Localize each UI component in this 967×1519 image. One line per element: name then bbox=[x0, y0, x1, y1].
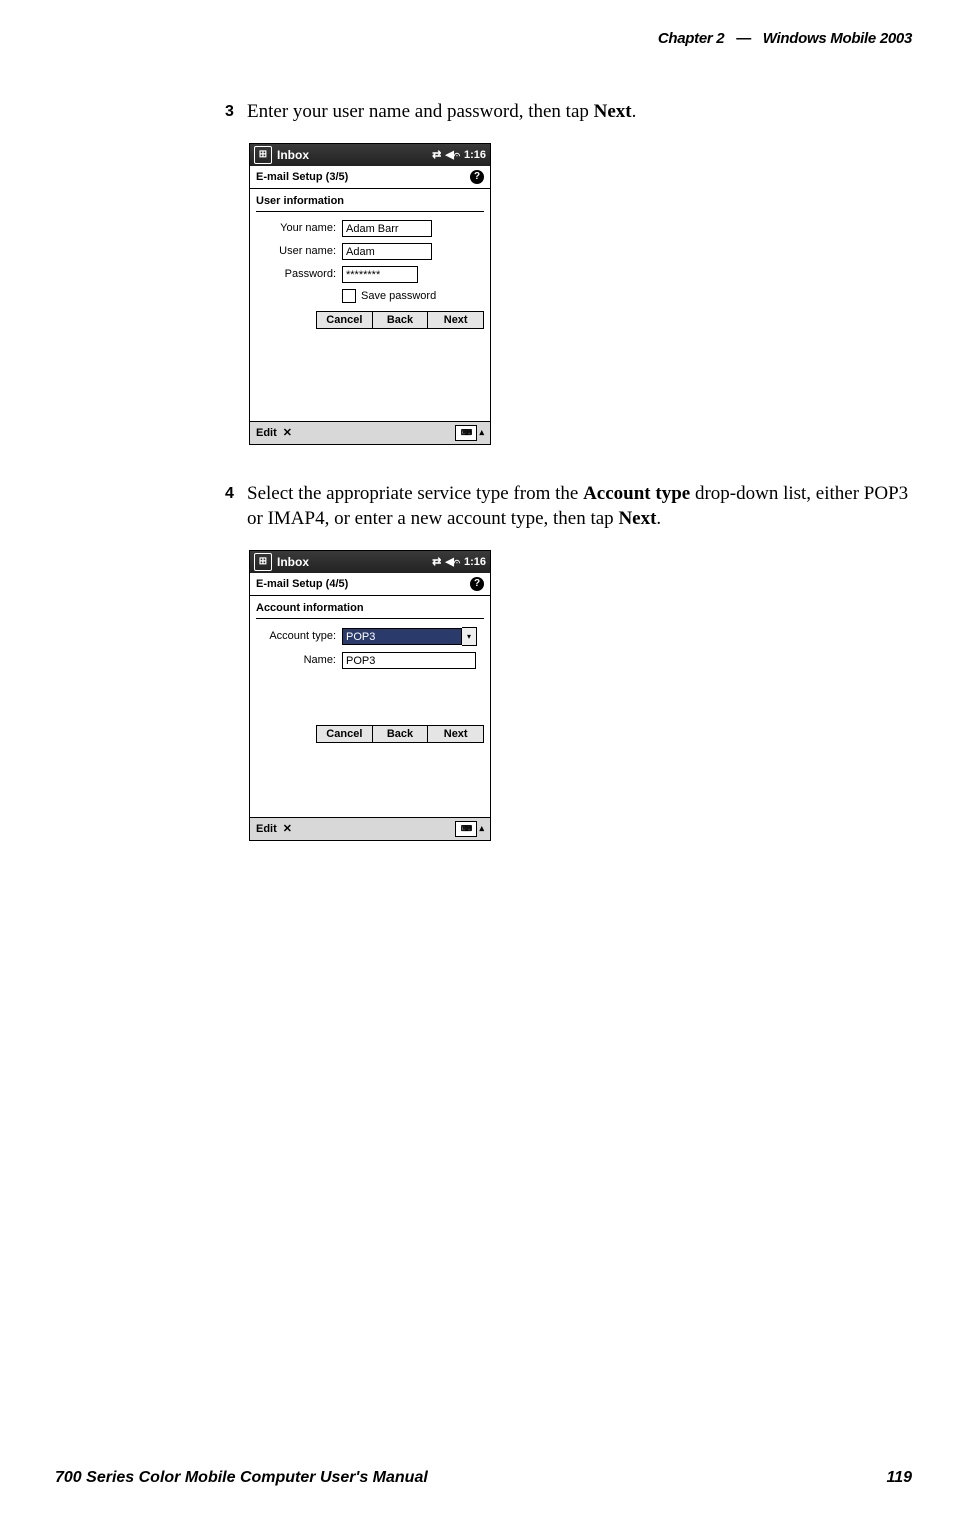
step-3-number: 3 bbox=[225, 99, 247, 125]
header-chapter-num: 2 bbox=[716, 30, 724, 47]
account-type-label: Account type: bbox=[256, 630, 342, 642]
your-name-input[interactable]: Adam Barr bbox=[342, 220, 432, 237]
close-icon[interactable]: ✕ bbox=[283, 822, 292, 835]
password-input[interactable]: ******** bbox=[342, 266, 418, 283]
bottom-bar-1: Edit ✕ ⌨ ▴ bbox=[250, 421, 490, 444]
step-3-bold: Next bbox=[594, 101, 632, 122]
step-3: 3 Enter your user name and password, the… bbox=[225, 99, 915, 125]
step-4-number: 4 bbox=[225, 481, 247, 532]
titlebar-1: ⊞ Inbox ⇄ ◀𝄐 1:16 bbox=[250, 144, 490, 166]
speaker-icon[interactable]: ◀𝄐 bbox=[445, 148, 460, 162]
your-name-label: Your name: bbox=[256, 222, 342, 234]
setup-step-label-1: E-mail Setup (3/5) bbox=[256, 171, 348, 183]
back-button[interactable]: Back bbox=[372, 725, 429, 743]
step-4-bold-1: Account type bbox=[583, 483, 690, 504]
name-label: Name: bbox=[256, 654, 342, 666]
device-screenshot-2: ⊞ Inbox ⇄ ◀𝄐 1:16 E-mail Setup (4/5) ? A… bbox=[249, 550, 491, 841]
header-chapter: Chapter bbox=[658, 30, 713, 47]
step-4-text-a: Select the appropriate service type from… bbox=[247, 483, 583, 504]
connectivity-icon[interactable]: ⇄ bbox=[432, 148, 441, 161]
cancel-button[interactable]: Cancel bbox=[316, 725, 373, 743]
footer-manual-title: 700 Series Color Mobile Computer User's … bbox=[55, 1469, 428, 1487]
keyboard-icon[interactable]: ⌨ bbox=[455, 425, 477, 441]
step-4: 4 Select the appropriate service type fr… bbox=[225, 481, 915, 532]
step-3-text-a: Enter your user name and password, then … bbox=[247, 101, 594, 122]
header-title: Windows Mobile 2003 bbox=[763, 30, 912, 47]
step-4-bold-2: Next bbox=[618, 508, 656, 529]
app-title-2: Inbox bbox=[277, 555, 309, 569]
start-icon[interactable]: ⊞ bbox=[254, 146, 272, 164]
account-type-select[interactable]: POP3 bbox=[342, 628, 462, 645]
subtitle-bar-2: E-mail Setup (4/5) ? bbox=[250, 573, 490, 596]
page-header: Chapter 2 — Windows Mobile 2003 bbox=[55, 30, 912, 47]
speaker-icon[interactable]: ◀𝄐 bbox=[445, 555, 460, 569]
chevron-up-icon[interactable]: ▴ bbox=[479, 427, 484, 438]
save-password-row[interactable]: Save password bbox=[342, 289, 484, 303]
help-icon[interactable]: ? bbox=[470, 577, 484, 591]
step-3-text: Enter your user name and password, then … bbox=[247, 99, 636, 125]
titlebar-2: ⊞ Inbox ⇄ ◀𝄐 1:16 bbox=[250, 551, 490, 573]
step-3-text-b: . bbox=[632, 101, 637, 122]
save-password-label: Save password bbox=[361, 290, 436, 302]
edit-menu[interactable]: Edit bbox=[256, 427, 277, 439]
cancel-button[interactable]: Cancel bbox=[316, 311, 373, 329]
name-input[interactable]: POP3 bbox=[342, 652, 476, 669]
clock-time-1[interactable]: 1:16 bbox=[464, 149, 486, 161]
bottom-bar-2: Edit ✕ ⌨ ▴ bbox=[250, 817, 490, 840]
keyboard-icon[interactable]: ⌨ bbox=[455, 821, 477, 837]
user-name-label: User name: bbox=[256, 245, 342, 257]
save-password-checkbox[interactable] bbox=[342, 289, 356, 303]
step-4-text-c: . bbox=[656, 508, 661, 529]
header-separator: — bbox=[736, 30, 751, 47]
start-icon[interactable]: ⊞ bbox=[254, 553, 272, 571]
next-button[interactable]: Next bbox=[427, 311, 484, 329]
edit-menu[interactable]: Edit bbox=[256, 823, 277, 835]
chevron-down-icon[interactable]: ▾ bbox=[462, 627, 477, 646]
step-4-text: Select the appropriate service type from… bbox=[247, 481, 915, 532]
close-icon[interactable]: ✕ bbox=[283, 426, 292, 439]
section-account-info: Account information bbox=[256, 602, 484, 614]
section-user-info: User information bbox=[256, 195, 484, 207]
next-button[interactable]: Next bbox=[427, 725, 484, 743]
password-label: Password: bbox=[256, 268, 342, 280]
setup-step-label-2: E-mail Setup (4/5) bbox=[256, 578, 348, 590]
app-title-1: Inbox bbox=[277, 148, 309, 162]
user-name-input[interactable]: Adam bbox=[342, 243, 432, 260]
help-icon[interactable]: ? bbox=[470, 170, 484, 184]
chevron-up-icon[interactable]: ▴ bbox=[479, 823, 484, 834]
clock-time-2[interactable]: 1:16 bbox=[464, 556, 486, 568]
connectivity-icon[interactable]: ⇄ bbox=[432, 555, 441, 568]
footer-page-number: 119 bbox=[886, 1469, 912, 1487]
page-footer: 700 Series Color Mobile Computer User's … bbox=[55, 1469, 912, 1487]
back-button[interactable]: Back bbox=[372, 311, 429, 329]
subtitle-bar-1: E-mail Setup (3/5) ? bbox=[250, 166, 490, 189]
device-screenshot-1: ⊞ Inbox ⇄ ◀𝄐 1:16 E-mail Setup (3/5) ? U… bbox=[249, 143, 491, 445]
